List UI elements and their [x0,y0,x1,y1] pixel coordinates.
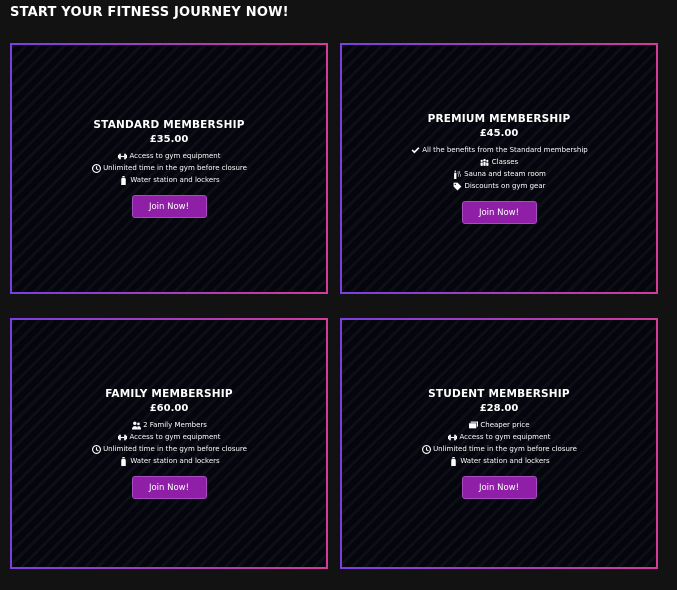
feature-text: 2 Family Members [143,421,207,429]
dumbbell-icon [448,432,458,442]
membership-card-standard: STANDARD MEMBERSHIP £35.00 Access to gym… [10,43,328,294]
bottle-icon [118,175,128,185]
feature-text: All the benefits from the Standard membe… [422,146,588,154]
feature-text: Access to gym equipment [129,433,221,441]
feature-text: Unlimited time in the gym before closure [103,445,247,453]
feature-item: Classes [410,156,587,168]
card-title: FAMILY MEMBERSHIP [105,388,233,400]
dumbbell-icon [118,151,128,161]
feature-item: Unlimited time in the gym before closure [91,162,247,174]
membership-card-student: STUDENT MEMBERSHIP £28.00 Cheaper price … [340,318,658,569]
feature-item: Access to gym equipment [421,431,577,443]
card-title: STANDARD MEMBERSHIP [93,119,245,131]
card-body: STANDARD MEMBERSHIP £35.00 Access to gym… [12,45,326,292]
page-title: START YOUR FITNESS JOURNEY NOW! [10,5,289,20]
feature-item: Water station and lockers [91,455,247,467]
tag-icon [452,181,462,191]
feature-item: Unlimited time in the gym before closure [421,443,577,455]
bottle-icon [118,456,128,466]
feature-item: Unlimited time in the gym before closure [91,443,247,455]
feature-item: Water station and lockers [421,455,577,467]
feature-text: Water station and lockers [130,457,220,465]
card-title: PREMIUM MEMBERSHIP [427,113,571,125]
feature-text: Access to gym equipment [459,433,551,441]
feature-item: Access to gym equipment [91,150,247,162]
card-body: FAMILY MEMBERSHIP £60.00 2 Family Member… [12,320,326,567]
clock-icon [91,163,101,173]
check-icon [410,145,420,155]
feature-list: Cheaper price Access to gym equipment Un… [421,419,577,467]
card-price: £35.00 [149,134,189,145]
feature-text: Discounts on gym gear [464,182,546,190]
card-title: STUDENT MEMBERSHIP [428,388,570,400]
feature-text: Access to gym equipment [129,152,221,160]
feature-list: 2 Family Members Access to gym equipment… [91,419,247,467]
feature-text: Water station and lockers [130,176,220,184]
people-group-icon [480,157,490,167]
feature-text: Classes [491,158,519,166]
clock-icon [421,444,431,454]
clock-icon [91,444,101,454]
membership-card-family: FAMILY MEMBERSHIP £60.00 2 Family Member… [10,318,328,569]
membership-card-premium: PREMIUM MEMBERSHIP £45.00 All the benefi… [340,43,658,294]
user-group-icon [131,420,141,430]
spa-icon [452,169,462,179]
feature-item: All the benefits from the Standard membe… [410,144,588,156]
feature-text: Unlimited time in the gym before closure [103,164,247,172]
join-now-button[interactable]: Join Now! [131,195,207,218]
card-body: STUDENT MEMBERSHIP £28.00 Cheaper price … [342,320,656,567]
card-body: PREMIUM MEMBERSHIP £45.00 All the benefi… [342,45,656,292]
feature-list: All the benefits from the Standard membe… [410,144,588,192]
feature-item: 2 Family Members [91,419,247,431]
feature-text: Cheaper price [480,421,530,429]
feature-item: Access to gym equipment [91,431,247,443]
money-icon [468,420,478,430]
feature-item: Cheaper price [421,419,577,431]
feature-text: Water station and lockers [460,457,550,465]
join-now-button[interactable]: Join Now! [131,476,207,499]
dumbbell-icon [118,432,128,442]
join-now-button[interactable]: Join Now! [461,201,537,224]
card-price: £60.00 [149,403,189,414]
join-now-button[interactable]: Join Now! [461,476,537,499]
feature-list: Access to gym equipment Unlimited time i… [91,150,247,186]
card-price: £28.00 [479,403,519,414]
card-price: £45.00 [479,128,519,139]
bottle-icon [448,456,458,466]
feature-item: Sauna and steam room [410,168,587,180]
feature-item: Water station and lockers [91,174,247,186]
feature-item: Discounts on gym gear [410,180,587,192]
feature-text: Unlimited time in the gym before closure [433,445,577,453]
feature-text: Sauna and steam room [464,170,546,178]
